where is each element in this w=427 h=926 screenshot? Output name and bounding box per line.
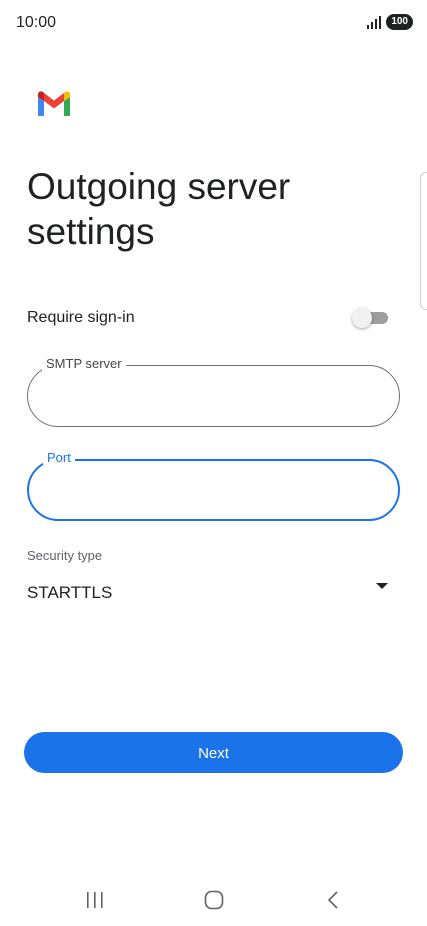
next-button[interactable]: Next <box>24 732 403 773</box>
navigation-bar <box>0 880 427 920</box>
require-signin-label: Require sign-in <box>27 309 135 326</box>
smtp-server-input[interactable] <box>50 382 377 412</box>
status-icons: 100 <box>366 14 413 30</box>
dropdown-arrow-icon[interactable] <box>376 582 388 590</box>
port-label: Port <box>43 450 75 466</box>
require-signin-toggle[interactable] <box>352 308 388 328</box>
status-time: 10:00 <box>16 14 57 31</box>
back-icon[interactable] <box>326 890 340 910</box>
page-title: Outgoing server settings <box>27 166 291 252</box>
toggle-thumb <box>352 308 372 328</box>
smtp-server-label: SMTP server <box>42 356 126 372</box>
security-type-value[interactable]: STARTTLS <box>27 583 112 603</box>
signal-icon <box>367 16 382 29</box>
screen: 10:00 100 Outgoing server settings Requi… <box>0 0 427 926</box>
port-input[interactable] <box>51 477 376 507</box>
security-type-label: Security type <box>27 548 103 563</box>
battery-badge: 100 <box>386 14 413 30</box>
scroll-indicator[interactable] <box>420 172 427 310</box>
recent-apps-icon[interactable] <box>86 890 104 910</box>
smtp-server-field[interactable]: SMTP server <box>27 356 400 427</box>
home-icon[interactable] <box>204 890 224 910</box>
gmail-logo-icon <box>38 91 70 116</box>
port-field[interactable]: Port <box>27 450 400 521</box>
